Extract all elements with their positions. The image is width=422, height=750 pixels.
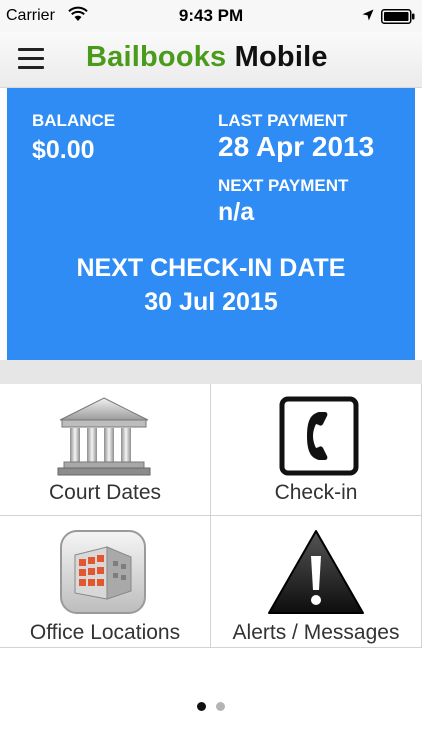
phone-icon: [279, 396, 359, 476]
office-building-icon: [60, 530, 146, 614]
next-payment-value: n/a: [218, 198, 255, 226]
tile-office-locations[interactable]: Office Locations: [0, 516, 211, 648]
next-checkin-label: NEXT CHECK-IN DATE: [76, 254, 346, 282]
app-title-suffix: Mobile: [234, 41, 328, 73]
tile-label-alerts-messages: Alerts / Messages: [232, 621, 400, 644]
last-payment-value: 28 Apr 2013: [218, 131, 375, 162]
balance-label: BALANCE: [32, 111, 116, 130]
navigation-bar: Bailbooks Mobile: [0, 32, 422, 88]
battery-icon: [381, 9, 415, 24]
tile-check-in[interactable]: Check-in: [211, 384, 422, 516]
page-dot-1[interactable]: [197, 702, 206, 711]
clock: 9:43 PM: [178, 6, 244, 25]
tile-court-dates[interactable]: Court Dates: [0, 384, 211, 516]
next-checkin-value: 30 Jul 2015: [144, 288, 278, 316]
balance-value: $0.00: [32, 136, 95, 164]
courthouse-icon: [57, 397, 151, 476]
app-title: Bailbooks Mobile: [86, 41, 328, 74]
last-payment-label: LAST PAYMENT: [218, 111, 348, 130]
status-bar: Carrier 9:43 PM: [0, 0, 422, 32]
tile-label-check-in: Check-in: [274, 481, 358, 504]
hamburger-menu-icon[interactable]: [16, 46, 46, 72]
grid-separator: [0, 360, 422, 384]
app-title-brand: Bailbooks: [86, 41, 227, 73]
tile-label-office-locations: Office Locations: [29, 621, 181, 644]
page-dot-2[interactable]: [216, 702, 225, 711]
tile-alerts-messages[interactable]: Alerts / Messages: [211, 516, 422, 648]
warning-icon: [268, 530, 364, 614]
location-arrow-icon: [362, 9, 374, 21]
page-indicator: [0, 698, 422, 716]
tile-label-court-dates: Court Dates: [48, 481, 162, 504]
next-payment-label: NEXT PAYMENT: [218, 176, 349, 195]
account-summary-card: BALANCE $0.00 LAST PAYMENT 28 Apr 2013 N…: [7, 88, 415, 360]
